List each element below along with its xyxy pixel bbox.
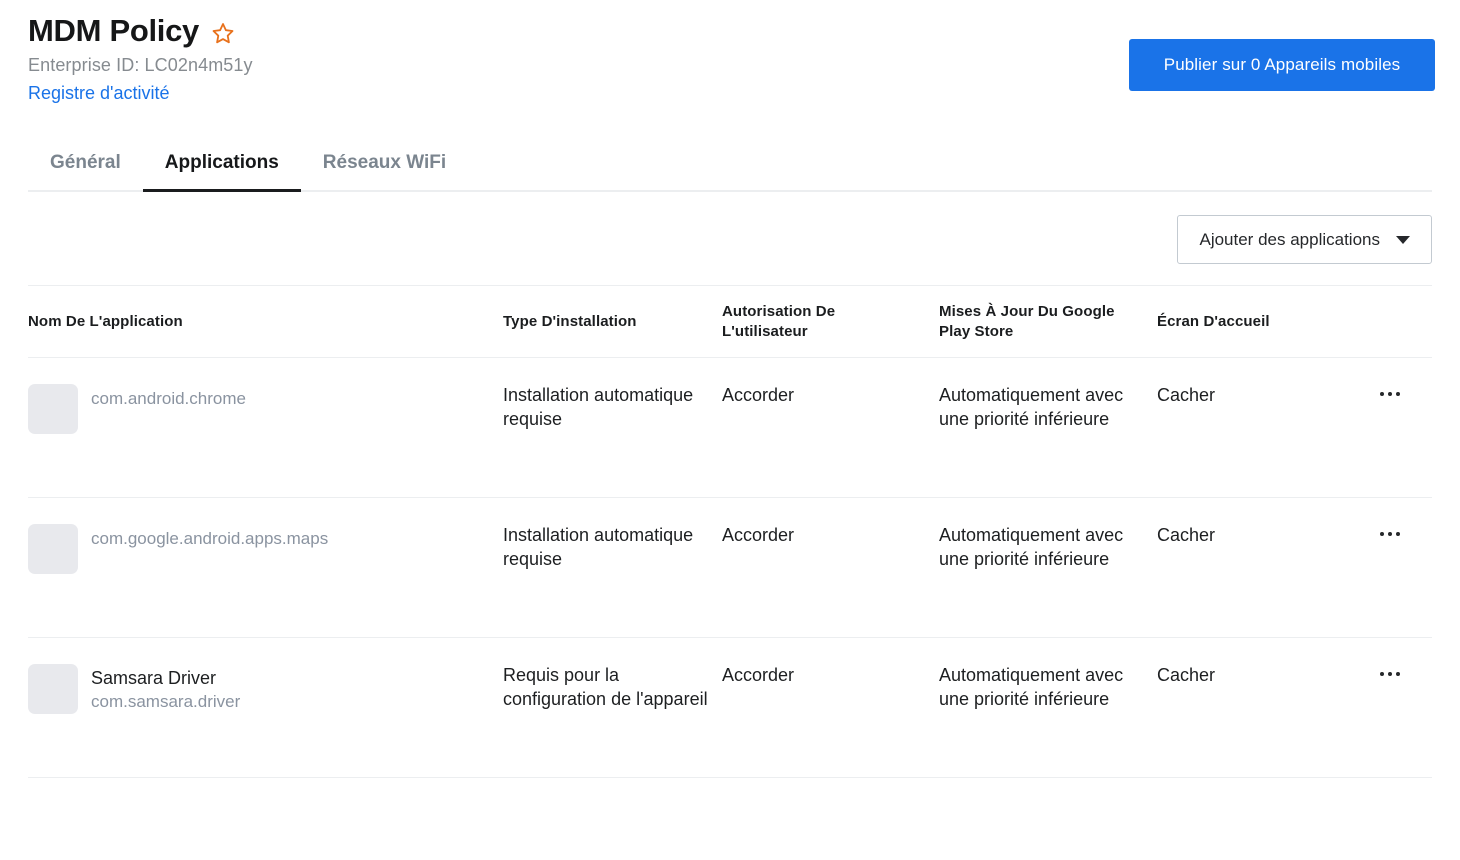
kebab-menu-icon[interactable] bbox=[1376, 524, 1404, 544]
play-store-updates-value: Automatiquement avec une priorité inféri… bbox=[939, 525, 1124, 570]
table-row[interactable]: com.android.chrome Installation automati… bbox=[28, 358, 1432, 499]
column-header-home-screen: Écran D'accueil bbox=[1157, 312, 1270, 330]
table-header-row: Nom De L'application Type D'installation… bbox=[28, 286, 1432, 359]
chevron-down-icon bbox=[1396, 235, 1410, 244]
app-package: com.google.android.apps.maps bbox=[91, 529, 329, 549]
add-applications-button[interactable]: Ajouter des applications bbox=[1177, 215, 1432, 265]
star-icon[interactable] bbox=[211, 21, 235, 45]
app-name-cell: com.google.android.apps.maps bbox=[28, 524, 503, 575]
app-display-name: Samsara Driver bbox=[91, 668, 217, 689]
app-icon-placeholder bbox=[28, 664, 78, 715]
mdm-policy-page: MDM Policy Enterprise ID: LC02n4m51y Reg… bbox=[0, 0, 1460, 860]
user-permission-value: Accorder bbox=[722, 665, 795, 686]
publish-button[interactable]: Publier sur 0 Appareils mobiles bbox=[1129, 39, 1435, 91]
tab-wifi-networks[interactable]: Réseaux WiFi bbox=[301, 152, 468, 190]
play-store-updates-value: Automatiquement avec une priorité inféri… bbox=[939, 665, 1124, 710]
table-row[interactable]: com.google.android.apps.maps Installatio… bbox=[28, 498, 1432, 639]
app-name-cell: com.android.chrome bbox=[28, 384, 503, 435]
user-permission-value: Accorder bbox=[722, 385, 795, 406]
user-permission-value: Accorder bbox=[722, 525, 795, 546]
app-icon-placeholder bbox=[28, 524, 78, 575]
install-type-value: Installation automatique requise bbox=[503, 525, 694, 570]
install-type-value: Requis pour la configuration de l'appare… bbox=[503, 665, 708, 710]
app-package: com.android.chrome bbox=[91, 389, 246, 409]
app-icon-placeholder bbox=[28, 384, 78, 435]
add-applications-label: Ajouter des applications bbox=[1199, 229, 1380, 249]
column-header-user-permission: Autorisation De L'utilisateur bbox=[722, 302, 836, 340]
home-screen-value: Cacher bbox=[1157, 385, 1216, 406]
table-toolbar: Ajouter des applications bbox=[28, 192, 1432, 287]
kebab-menu-icon[interactable] bbox=[1376, 664, 1404, 684]
table-row[interactable]: Samsara Driver com.samsara.driver Requis… bbox=[28, 638, 1432, 779]
home-screen-value: Cacher bbox=[1157, 665, 1216, 686]
tab-applications[interactable]: Applications bbox=[142, 152, 301, 193]
app-name-cell: Samsara Driver com.samsara.driver bbox=[28, 664, 503, 715]
column-header-install-type: Type D'installation bbox=[503, 312, 637, 330]
row-actions-cell bbox=[1367, 664, 1432, 684]
tab-general[interactable]: Général bbox=[28, 152, 143, 190]
app-package: com.samsara.driver bbox=[91, 692, 241, 712]
page-title: MDM Policy bbox=[28, 13, 199, 48]
column-header-play-store-updates: Mises À Jour Du Google Play Store bbox=[939, 302, 1115, 340]
play-store-updates-value: Automatiquement avec une priorité inféri… bbox=[939, 385, 1124, 430]
home-screen-value: Cacher bbox=[1157, 525, 1216, 546]
activity-log-link[interactable]: Registre d'activité bbox=[28, 83, 170, 104]
column-header-app-name: Nom De L'application bbox=[28, 312, 183, 330]
kebab-menu-icon[interactable] bbox=[1376, 384, 1404, 404]
tabs-bar: Général Applications Réseaux WiFi bbox=[28, 152, 1432, 193]
row-actions-cell bbox=[1367, 384, 1432, 404]
install-type-value: Installation automatique requise bbox=[503, 385, 694, 430]
row-actions-cell bbox=[1367, 524, 1432, 544]
applications-table: Nom De L'application Type D'installation… bbox=[28, 286, 1432, 779]
